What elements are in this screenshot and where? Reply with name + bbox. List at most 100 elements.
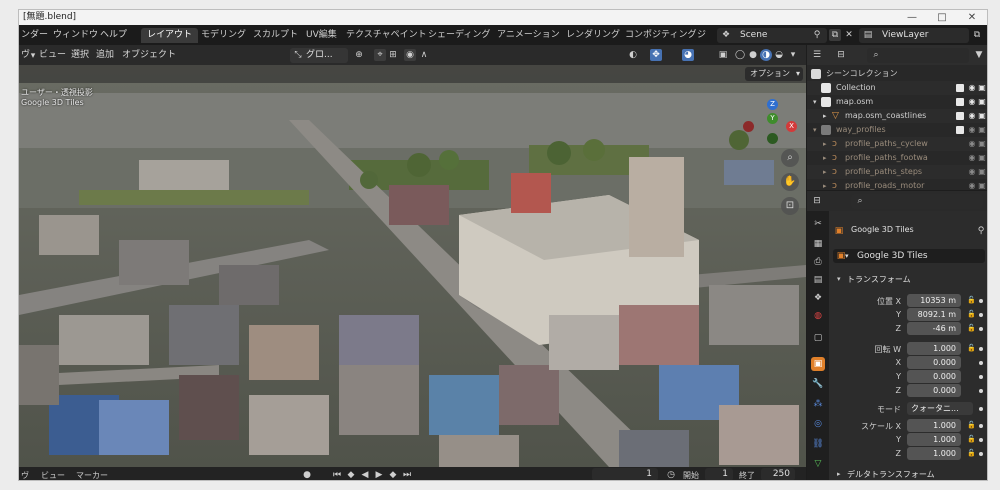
keyframe-dot[interactable] <box>979 327 983 331</box>
include-checkbox[interactable] <box>956 126 964 134</box>
keyframe-dot[interactable] <box>979 424 983 428</box>
prev-keyframe-icon[interactable]: ◆ <box>345 469 357 480</box>
output-tab-icon[interactable]: ⎙ <box>811 255 825 269</box>
keyframe-dot[interactable] <box>979 347 983 351</box>
keyframe-dot[interactable] <box>979 438 983 442</box>
rotation-mode-dropdown[interactable]: クォータニ... <box>907 402 973 415</box>
camera-icon[interactable]: ▣ <box>977 137 987 151</box>
expand-icon[interactable]: ▸ <box>823 151 827 165</box>
keyframe-dot[interactable] <box>979 313 983 317</box>
include-checkbox[interactable] <box>956 112 964 120</box>
camera-view-icon[interactable]: ⊡ <box>781 197 799 215</box>
modifier-tab-icon[interactable]: 🔧 <box>811 377 825 391</box>
tab-compositing[interactable]: コンポジティング <box>619 28 702 43</box>
zoom-icon[interactable]: ⌕ <box>781 149 799 167</box>
rotation-x-field[interactable]: 0.000 <box>907 356 961 369</box>
eye-icon[interactable]: ◉ <box>967 137 977 151</box>
eye-icon[interactable]: ◉ <box>967 165 977 179</box>
neg-x-axis-handle[interactable] <box>743 121 754 132</box>
eye-icon[interactable]: ◉ <box>967 179 977 190</box>
eye-icon[interactable]: ◉ <box>967 81 977 95</box>
collection-tab-icon[interactable]: ▢ <box>811 331 825 345</box>
constraints-tab-icon[interactable]: ⛓ <box>811 437 825 451</box>
new-scene-icon[interactable]: ⧉ <box>829 29 841 41</box>
display-mode-icon[interactable]: ⊟ <box>835 49 847 61</box>
navigation-gizmo[interactable]: Z Y X <box>741 95 803 157</box>
outliner-row-scene-collection[interactable]: シーンコレクション <box>807 67 987 81</box>
view-layer-selector[interactable]: ▤ ViewLayer <box>859 28 969 43</box>
expand-icon[interactable]: ▾ <box>813 123 817 137</box>
eye-icon[interactable]: ◉ <box>967 109 977 123</box>
render-tab-icon[interactable]: ▦ <box>811 237 825 251</box>
close-button[interactable]: ✕ <box>957 10 987 25</box>
timeline-menu-view[interactable]: ビュー <box>41 469 65 480</box>
datablock-selector[interactable]: ▣ ▾ Google 3D Tiles <box>833 249 985 263</box>
menu-add[interactable]: 追加 <box>96 49 114 62</box>
delta-transform-panel-header[interactable]: デルタトランスフォーム <box>847 469 935 480</box>
play-icon[interactable]: ▶ <box>373 469 385 480</box>
keyframe-dot[interactable] <box>979 361 983 365</box>
location-x-field[interactable]: 10353 m <box>907 294 961 307</box>
camera-icon[interactable]: ▣ <box>977 109 987 123</box>
record-icon[interactable]: ● <box>301 469 313 480</box>
outliner-row-way-profiles[interactable]: ▾ way_profiles ◉ ▣ <box>807 123 987 137</box>
neg-y-axis-handle[interactable] <box>767 133 778 144</box>
start-frame-field[interactable]: 1 <box>705 468 733 480</box>
next-keyframe-icon[interactable]: ◆ <box>387 469 399 480</box>
outliner-row-map-osm[interactable]: ▾ map.osm ◉ ▣ <box>807 95 987 109</box>
eye-icon[interactable]: ◉ <box>967 123 977 137</box>
keyframe-dot[interactable] <box>979 375 983 379</box>
scale-x-field[interactable]: 1.000 <box>907 419 961 432</box>
tool-tab-icon[interactable]: ✂ <box>811 217 825 231</box>
menu-object[interactable]: オブジェクト <box>122 49 176 62</box>
tab-rendering[interactable]: レンダリング <box>560 28 626 43</box>
keyframe-dot[interactable] <box>979 389 983 393</box>
lock-icon[interactable]: 🔓 <box>967 435 976 443</box>
lock-icon[interactable]: 🔓 <box>967 310 976 318</box>
snap-icon[interactable]: ⌖ <box>374 49 386 61</box>
jump-end-icon[interactable]: ⏭ <box>401 469 413 480</box>
options-dropdown[interactable]: オプション ▾ <box>745 67 803 81</box>
menu-select[interactable]: 選択 <box>71 49 89 62</box>
outliner-row-profile-roads[interactable]: ▸ ↄ profile_roads_motor ◉ ▣ <box>807 179 987 190</box>
proportional-edit-icon[interactable]: ◉ <box>404 49 416 61</box>
tab-layout[interactable]: レイアウト <box>141 28 199 43</box>
keyframe-dot[interactable] <box>979 452 983 456</box>
play-reverse-icon[interactable]: ◀ <box>359 469 371 480</box>
eye-icon[interactable]: ◉ <box>967 151 977 165</box>
end-frame-field[interactable]: 250 <box>761 468 795 480</box>
tab-shading[interactable]: シェーディング <box>422 28 496 43</box>
outliner-search-input[interactable]: ⌕ <box>867 48 969 63</box>
pivot-icon[interactable]: ⊕ <box>353 49 365 61</box>
lock-icon[interactable]: 🔓 <box>967 421 976 429</box>
timeline-menu-marker[interactable]: マーカー <box>76 469 108 480</box>
pan-hand-icon[interactable]: ✋ <box>781 173 799 191</box>
z-axis-handle[interactable]: Z <box>767 99 778 110</box>
jump-start-icon[interactable]: ⏮ <box>331 469 343 480</box>
expand-icon[interactable]: ▸ <box>823 179 827 190</box>
outliner-row-profile-steps[interactable]: ▸ ↄ profile_paths_steps ◉ ▣ <box>807 165 987 179</box>
rotation-w-field[interactable]: 1.000 <box>907 342 961 355</box>
lock-icon[interactable]: 🔓 <box>967 344 976 352</box>
view-layer-tab-icon[interactable]: ▤ <box>811 273 825 287</box>
tab-animation[interactable]: アニメーション <box>491 28 566 43</box>
expand-icon[interactable]: ▾ <box>813 95 817 109</box>
tab-modeling[interactable]: モデリング <box>195 28 252 43</box>
expand-icon[interactable]: ▸ <box>823 137 827 151</box>
rotation-y-field[interactable]: 0.000 <box>907 370 961 383</box>
outliner-row-profile-cycleway[interactable]: ▸ ↄ profile_paths_cyclew ◉ ▣ <box>807 137 987 151</box>
delete-scene-icon[interactable]: ✕ <box>843 29 855 41</box>
gizmo-toggle-icon[interactable]: ✥ <box>650 49 662 61</box>
material-shading-icon[interactable]: ◑ <box>760 49 772 61</box>
shading-options-icon[interactable]: ▾ <box>787 49 799 61</box>
menu-window[interactable]: ウィンドウ <box>53 29 98 42</box>
transform-panel-header[interactable]: トランスフォーム <box>847 274 911 285</box>
location-y-field[interactable]: 8092.1 m <box>907 308 961 321</box>
maximize-button[interactable]: □ <box>927 10 957 25</box>
wireframe-shading-icon[interactable]: ◯ <box>734 49 746 61</box>
properties-search-input[interactable]: ⌕ <box>851 194 983 209</box>
keyframe-dot[interactable] <box>979 407 983 411</box>
expand-icon[interactable]: ▸ <box>823 109 827 123</box>
location-z-field[interactable]: -46 m <box>907 322 961 335</box>
current-frame-field[interactable]: 1 <box>592 468 658 480</box>
